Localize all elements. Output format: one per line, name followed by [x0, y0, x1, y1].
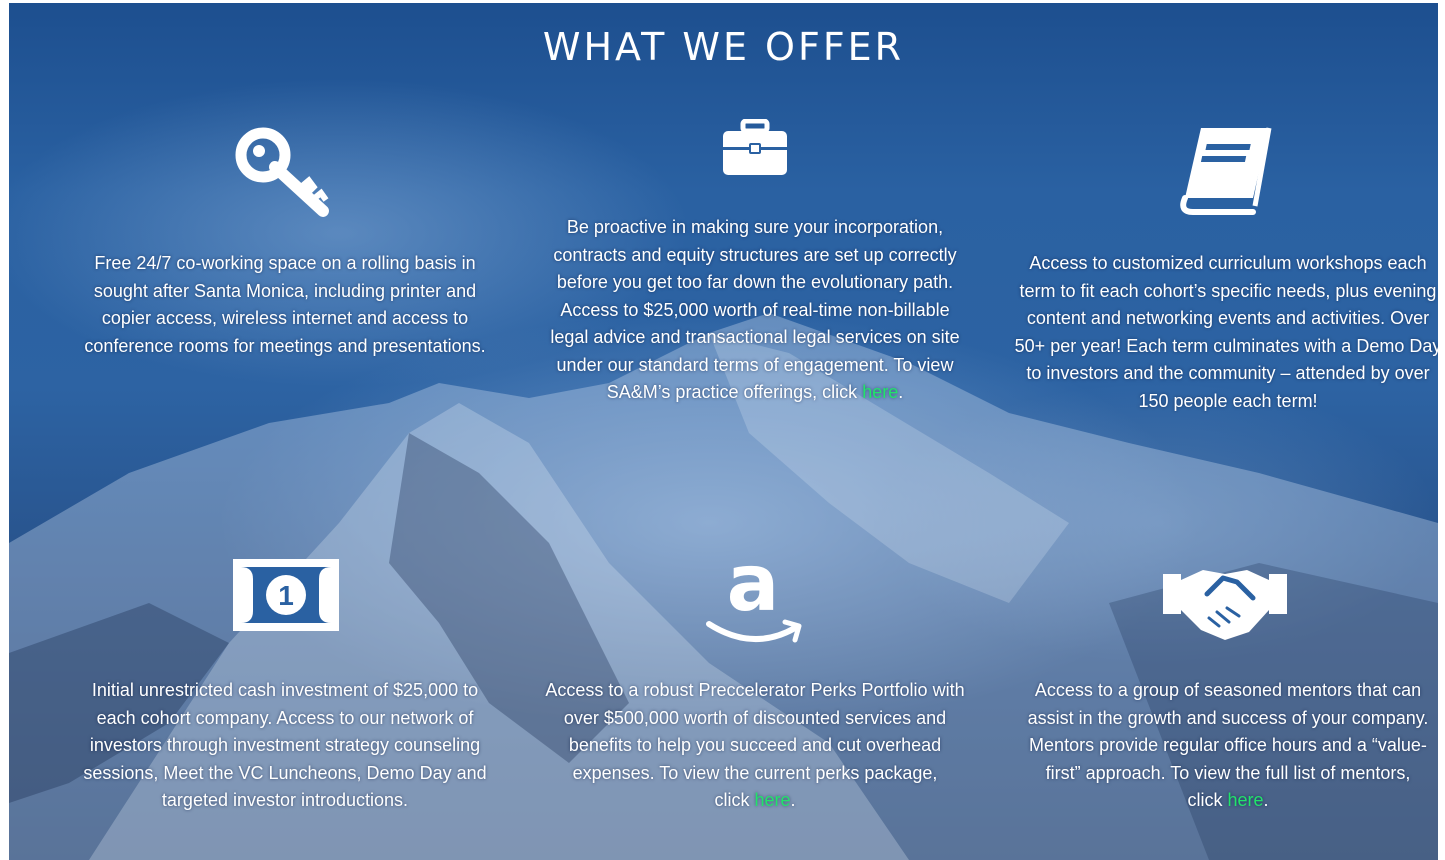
- dollar-bill-icon: 1: [233, 559, 339, 631]
- perks-package-link[interactable]: here: [754, 790, 790, 810]
- section-title: WHAT WE OFFER: [542, 25, 905, 69]
- what-we-offer-section: WHAT WE OFFER Free 24/7 co-working space…: [9, 3, 1438, 860]
- mentors-list-link[interactable]: here: [1227, 790, 1263, 810]
- offer-text-click: click: [1187, 790, 1228, 810]
- key-icon: [235, 127, 329, 217]
- offer-description: Be proactive in making sure your incorpo…: [545, 214, 965, 407]
- offer-punctuation: .: [790, 790, 796, 810]
- book-icon: [1180, 127, 1272, 215]
- practice-offerings-link[interactable]: here: [862, 382, 898, 402]
- svg-text:a: a: [727, 548, 780, 629]
- offer-text-click: click: [714, 790, 755, 810]
- offer-description: Access to customized curriculum workshop…: [1014, 253, 1438, 411]
- offer-punctuation: .: [898, 382, 904, 402]
- offer-description: Access to a group of seasoned mentors th…: [1012, 677, 1438, 815]
- svg-text:1: 1: [278, 580, 294, 611]
- offer-punctuation: .: [1263, 790, 1269, 810]
- offer-text: Access to a group of seasoned mentors th…: [1027, 680, 1429, 783]
- offer-description: Initial unrestricted cash investment of …: [83, 680, 487, 810]
- offer-description: Access to a robust Preccelerator Perks P…: [545, 677, 965, 815]
- offer-description: Free 24/7 co-working space on a rolling …: [84, 253, 486, 356]
- offer-text: Be proactive in making sure your incorpo…: [550, 217, 960, 402]
- briefcase-icon: [723, 119, 787, 175]
- handshake-icon: [1163, 570, 1287, 640]
- amazon-icon: a: [706, 548, 802, 643]
- offer-text: Access to a robust Preccelerator Perks P…: [545, 680, 965, 783]
